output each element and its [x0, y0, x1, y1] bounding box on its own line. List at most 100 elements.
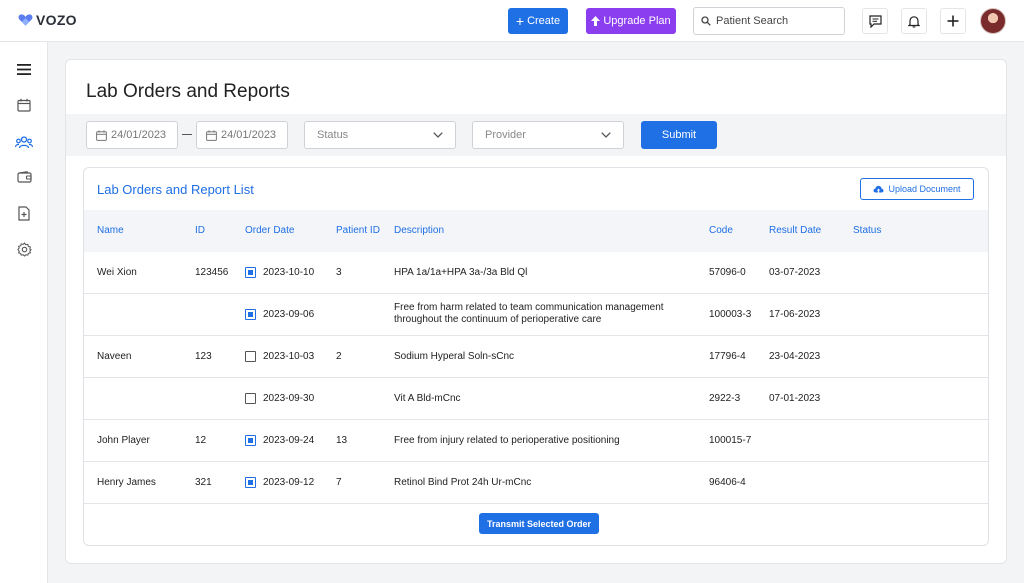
top-bar: VOZO + Create Upgrade Plan: [0, 0, 1024, 42]
plus-icon: [947, 15, 959, 27]
cell-description: Retinol Bind Prot 24h Ur-mCnc: [394, 477, 532, 488]
cell-patient-id: 13: [336, 435, 348, 446]
cell-description: Vit A Bld-mCnc: [394, 393, 461, 404]
plus-icon: +: [515, 13, 525, 29]
logo[interactable]: VOZO: [18, 11, 77, 29]
sidebar-item-documents[interactable]: [14, 203, 34, 223]
submit-button[interactable]: Submit: [641, 121, 717, 149]
row-checkbox[interactable]: [245, 267, 256, 278]
column-header-code: Code: [709, 225, 733, 236]
row-checkbox[interactable]: [245, 351, 256, 362]
lab-orders-list-panel: Lab Orders and Report List Upload Docume…: [83, 167, 989, 546]
provider-select[interactable]: Provider: [472, 121, 624, 149]
messages-button[interactable]: [862, 8, 888, 34]
cell-order-date: 2023-09-06: [263, 309, 315, 320]
sidebar: [0, 42, 48, 583]
sidebar-item-billing[interactable]: [14, 167, 34, 187]
row-checkbox[interactable]: [245, 393, 256, 404]
add-button[interactable]: [940, 8, 966, 34]
table-row: John Player 12 2023-09-24 13 Free from i…: [84, 420, 988, 462]
create-label: Create: [527, 15, 561, 27]
cell-name: Wei Xion: [97, 267, 137, 278]
cell-name: Naveen: [97, 351, 132, 362]
provider-select-placeholder: Provider: [485, 129, 526, 141]
cell-description: Free from injury related to perioperativ…: [394, 435, 620, 446]
sidebar-item-calendar[interactable]: [14, 95, 34, 115]
cell-result-date: 07-01-2023: [769, 393, 821, 404]
lab-orders-card: Lab Orders and Reports 24/01/2023 24/01/…: [65, 59, 1007, 564]
sidebar-item-settings[interactable]: [14, 239, 34, 259]
date-to-field[interactable]: 24/01/2023: [196, 121, 288, 149]
heart-logo-icon: [18, 14, 33, 26]
cell-id: 123: [195, 351, 212, 362]
description-line-1: Free from harm related to team communica…: [394, 302, 664, 313]
cell-id: 321: [195, 477, 212, 488]
cell-order-date: 2023-09-24: [263, 435, 315, 446]
cell-result-date: 03-07-2023: [769, 267, 821, 278]
cell-order-date: 2023-09-12: [263, 477, 315, 488]
column-header-result-date: Result Date: [769, 225, 822, 236]
calendar-icon: [17, 98, 31, 112]
date-from-field[interactable]: 24/01/2023: [86, 121, 178, 149]
cell-id: 12: [195, 435, 207, 446]
cell-order-date: 2023-10-03: [263, 351, 315, 362]
patient-search: [693, 7, 845, 35]
cell-name: Henry James: [97, 477, 156, 488]
chevron-down-icon: [601, 132, 611, 138]
status-select-placeholder: Status: [317, 129, 349, 141]
status-select[interactable]: Status: [304, 121, 456, 149]
cell-code: 17796-4: [709, 351, 746, 362]
upload-document-button[interactable]: Upload Document: [860, 178, 974, 200]
row-checkbox[interactable]: [245, 309, 256, 320]
table-row: 2023-09-06 Free from harm related to tea…: [84, 294, 988, 336]
panel-title: Lab Orders and Report List: [97, 182, 254, 197]
cell-name: John Player: [97, 435, 150, 446]
row-checkbox[interactable]: [245, 477, 256, 488]
column-header-status: Status: [853, 225, 882, 236]
date-from-value: 24/01/2023: [111, 129, 167, 141]
column-header-id: ID: [195, 225, 205, 236]
date-range-separator: [182, 134, 192, 135]
upgrade-plan-button[interactable]: Upgrade Plan: [586, 8, 676, 34]
cell-code: 2922-3: [709, 393, 741, 404]
chat-icon: [868, 14, 882, 28]
cloud-upload-icon: [873, 185, 884, 193]
cell-result-date: 23-04-2023: [769, 351, 821, 362]
logo-text: VOZO: [36, 12, 77, 28]
row-checkbox[interactable]: [245, 435, 256, 446]
avatar[interactable]: [980, 8, 1006, 34]
calendar-icon: [96, 129, 107, 141]
sidebar-item-patients[interactable]: [14, 132, 34, 152]
cell-code: 100015-7: [709, 435, 752, 446]
gear-icon: [16, 241, 32, 257]
cell-id: 123456: [195, 267, 229, 278]
cell-description: HPA 1a/1a+HPA 3a-/3a Bld Ql: [394, 267, 528, 278]
table-row: 2023-09-30 Vit A Bld-mCnc 2922-3 07-01-2…: [84, 378, 988, 420]
search-icon: [701, 16, 711, 26]
table-row: Naveen 123 2023-10-03 2 Sodium Hyperal S…: [84, 336, 988, 378]
cell-code: 100003-3: [709, 309, 752, 320]
transmit-selected-order-button[interactable]: Transmit Selected Order: [479, 513, 599, 534]
cell-description: Sodium Hyperal Soln-sCnc: [394, 351, 515, 362]
column-header-patient-id: Patient ID: [336, 225, 380, 236]
table-header: Name ID Order Date Patient ID Descriptio…: [84, 210, 988, 252]
cell-patient-id: 7: [336, 477, 342, 488]
table-row: Wei Xion 123456 2023-10-10 3 HPA 1a/1a+H…: [84, 252, 988, 294]
bell-icon: [908, 15, 920, 28]
patient-search-input[interactable]: [716, 15, 836, 27]
column-header-description: Description: [394, 225, 445, 236]
sidebar-item-menu[interactable]: [14, 59, 34, 79]
description-line-2: throughout the continuum of perioperativ…: [394, 314, 602, 325]
wallet-icon: [16, 171, 32, 183]
notifications-button[interactable]: [901, 8, 927, 34]
column-header-order-date: Order Date: [245, 225, 295, 236]
cell-patient-id: 2: [336, 351, 342, 362]
filter-bar: 24/01/2023 24/01/2023 Status Provider Su…: [66, 114, 1006, 156]
upload-document-label: Upload Document: [888, 184, 961, 194]
menu-icon: [17, 63, 31, 75]
page-title: Lab Orders and Reports: [86, 81, 290, 102]
create-button[interactable]: + Create: [508, 8, 568, 34]
users-icon: [15, 135, 33, 148]
column-header-name: Name: [97, 225, 124, 236]
cell-code: 96406-4: [709, 477, 746, 488]
